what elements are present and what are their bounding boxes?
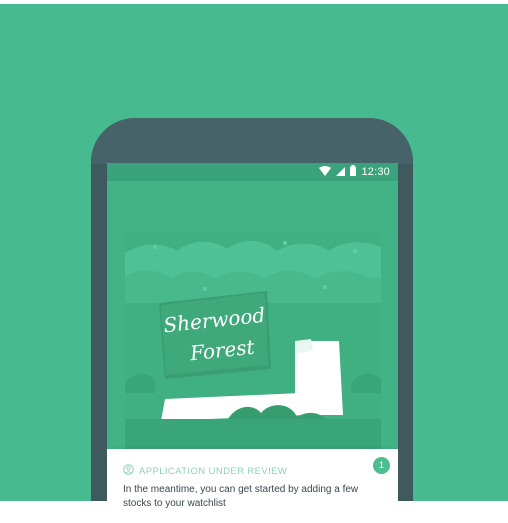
battery-icon (350, 163, 357, 181)
cellular-signal-icon (336, 163, 346, 181)
forest-illustration: Sherwood Forest (125, 233, 381, 463)
status-bar: 12:30 (107, 163, 398, 181)
notification-badge: 1 (373, 457, 390, 474)
card-header: APPLICATION UNDER REVIEW (123, 462, 287, 480)
card-message: In the meantime, you can get started by … (123, 484, 359, 509)
phone-screen: 12:30 Sherwood Forest APPLICATION UNDER … (107, 163, 398, 523)
review-status-card[interactable]: APPLICATION UNDER REVIEW 1 In the meanti… (107, 449, 398, 523)
phone-top-bezel (91, 118, 413, 164)
wifi-icon (319, 163, 332, 181)
user-clock-icon (123, 462, 134, 480)
card-header-label: APPLICATION UNDER REVIEW (139, 465, 288, 477)
status-time: 12:30 (361, 166, 390, 178)
